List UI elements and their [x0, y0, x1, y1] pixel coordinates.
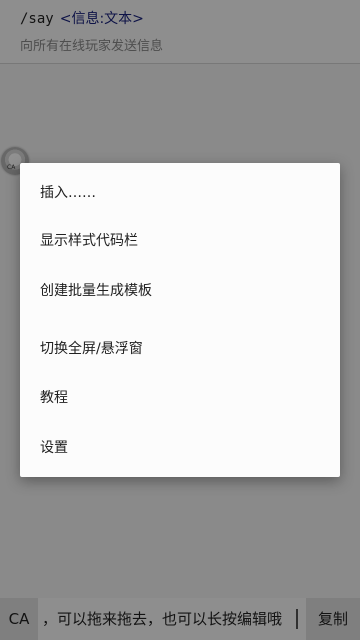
menu-item-tutorial[interactable]: 教程: [20, 374, 340, 422]
menu-item-settings[interactable]: 设置: [20, 424, 340, 472]
popup-menu: 插入…… 显示样式代码栏 创建批量生成模板 切换全屏/悬浮窗 教程 设置: [20, 163, 340, 477]
menu-item-create-batch-template[interactable]: 创建批量生成模板: [20, 267, 340, 315]
menu-item-show-style-bar[interactable]: 显示样式代码栏: [20, 217, 340, 265]
menu-item-toggle-fullscreen-float[interactable]: 切换全屏/悬浮窗: [20, 325, 340, 373]
menu-item-insert[interactable]: 插入……: [20, 169, 340, 217]
